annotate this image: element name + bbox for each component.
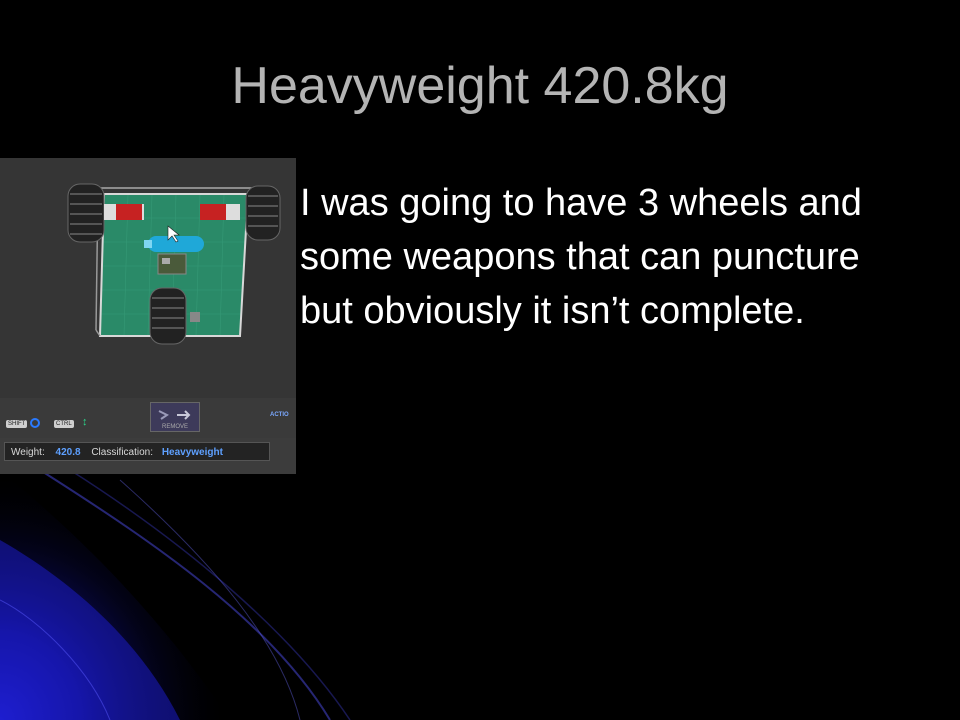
weight-value: 420.8 [55,447,81,458]
slide-title: Heavyweight 420.8kg [231,57,729,115]
classification-value: Heavyweight [161,447,223,458]
move-vertical-icon: ↕ [82,416,88,428]
remove-arrows-icon [158,410,191,420]
weight-label: Weight: [11,447,45,458]
rotate-icon [30,418,40,428]
shift-key-hint: SHIFT [6,420,28,428]
slide: Heavyweight 420.8kg SHIFT CTRL ↕ REMOVE … [0,0,960,720]
ctrl-key-hint: CTRL [54,420,74,428]
remove-label: REMOVE [161,424,188,430]
remove-button[interactable]: REMOVE [150,402,200,432]
slide-body-text: I was going to have 3 wheels and some we… [300,182,862,332]
robot-build-view [0,158,296,474]
robot-builder-screenshot: SHIFT CTRL ↕ REMOVE ACTIO Weight: 420.8 … [0,158,296,474]
actions-label: ACTIO [270,412,289,418]
classification-label: Classification: [91,447,154,458]
weight-status-bar: Weight: 420.8 Classification: Heavyweigh… [4,442,270,461]
